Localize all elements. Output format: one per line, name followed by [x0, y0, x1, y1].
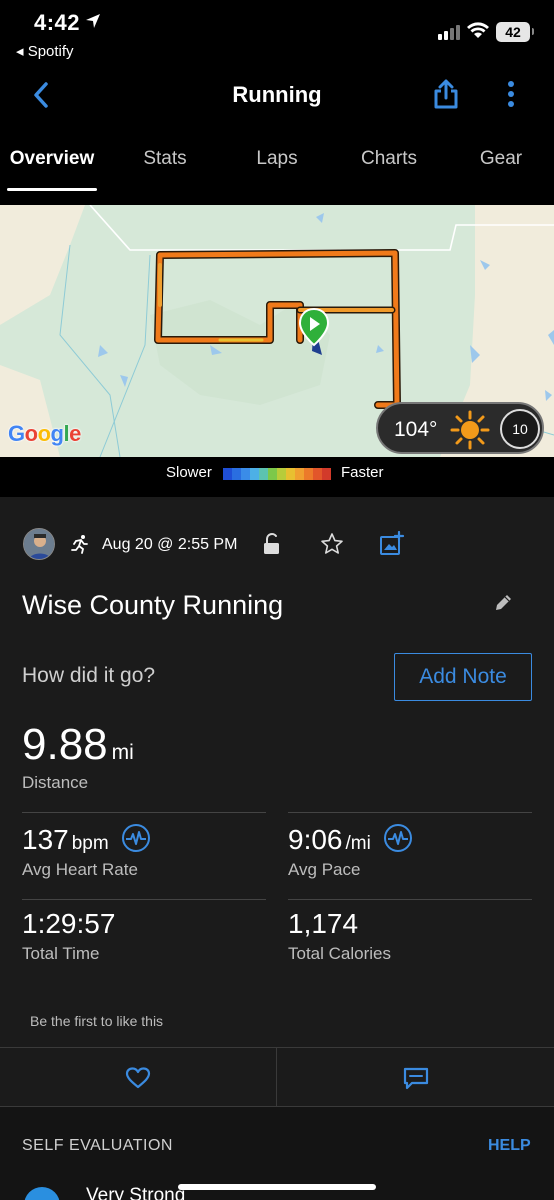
- back-to-app-link[interactable]: ◂ Spotify: [16, 42, 74, 60]
- favorite-star-icon[interactable]: [320, 532, 344, 556]
- wifi-icon: [467, 22, 489, 38]
- legend-color-swatch: [313, 468, 322, 480]
- distance-label: Distance: [22, 773, 89, 792]
- sun-icon: [450, 410, 490, 450]
- status-bar: 4:42 ◂ Spotify 42: [0, 0, 554, 66]
- legend-faster-label: Faster: [341, 464, 384, 481]
- evaluation-indicator[interactable]: [24, 1187, 60, 1200]
- legend-color-swatch: [259, 468, 268, 480]
- total-calories-value: 1,174: [288, 908, 359, 939]
- total-time-stat: 1:29:57 Total Time: [22, 908, 115, 964]
- help-link[interactable]: HELP: [488, 1137, 531, 1155]
- action-separator: [276, 1048, 277, 1108]
- legend-color-swatch: [286, 468, 295, 480]
- comment-icon[interactable]: [402, 1066, 430, 1090]
- divider: [22, 899, 266, 900]
- google-letter-4: g: [50, 421, 64, 446]
- legend-color-swatch: [241, 468, 250, 480]
- legend-color-swatch: [250, 468, 259, 480]
- battery-indicator: 42: [496, 22, 534, 42]
- legend-slower-label: Slower: [166, 464, 212, 481]
- running-activity-icon: [71, 535, 88, 554]
- activity-title: Wise County Running: [22, 590, 284, 620]
- weather-badge[interactable]: 104° 10: [376, 402, 544, 454]
- total-time-label: Total Time: [22, 944, 100, 963]
- legend-color-swatch: [223, 468, 232, 480]
- avatar[interactable]: [23, 528, 55, 560]
- distance-stat: 9.88 mi: [22, 720, 134, 770]
- add-photo-icon[interactable]: [379, 531, 405, 557]
- status-time: 4:42: [34, 10, 81, 35]
- tab-overview[interactable]: Overview: [7, 148, 97, 170]
- avg-heart-rate-stat: 137 bpm Avg Heart Rate: [22, 823, 151, 880]
- add-note-button[interactable]: Add Note: [394, 653, 532, 701]
- like-prompt: Be the first to like this: [30, 1013, 164, 1029]
- google-letter-2: o: [24, 421, 38, 446]
- tab-laps[interactable]: Laps: [232, 148, 322, 170]
- total-time-value: 1:29:57: [22, 908, 116, 939]
- divider: [288, 812, 532, 813]
- legend-color-swatch: [304, 468, 313, 480]
- activity-meta-row: Aug 20 @ 2:55 PM: [0, 528, 554, 562]
- google-letter-1: G: [8, 421, 25, 446]
- nav-bar: Running: [0, 66, 554, 126]
- tab-stats[interactable]: Stats: [120, 148, 210, 170]
- google-attribution: Google: [8, 421, 81, 447]
- home-indicator[interactable]: [178, 1184, 376, 1190]
- active-tab-indicator: [7, 188, 97, 191]
- avg-pace-stat: 9:06/mi Avg Pace: [288, 823, 413, 880]
- like-heart-icon[interactable]: [124, 1066, 152, 1090]
- edit-pencil-icon[interactable]: [492, 592, 514, 614]
- google-letter-3: o: [37, 421, 51, 446]
- legend-color-swatch: [295, 468, 304, 480]
- total-calories-label: Total Calories: [288, 944, 391, 963]
- pace-zone-icon[interactable]: [383, 823, 413, 853]
- note-prompt: How did it go?: [22, 664, 156, 687]
- evaluation-option[interactable]: Very Strong: [86, 1185, 185, 1200]
- privacy-unlock-icon[interactable]: [262, 532, 282, 556]
- distance-value: 9.88: [22, 720, 108, 769]
- more-options-icon[interactable]: [500, 78, 522, 110]
- legend-color-bar: [223, 468, 331, 480]
- social-actions-bar: [0, 1047, 554, 1108]
- tab-bar: Overview Stats Laps Charts Gear: [0, 138, 554, 194]
- distance-unit: mi: [111, 741, 134, 764]
- self-evaluation-heading: SELF EVALUATION: [22, 1137, 173, 1154]
- divider: [22, 812, 266, 813]
- total-calories-stat: 1,174 Total Calories: [288, 908, 391, 964]
- legend-color-swatch: [277, 468, 286, 480]
- tab-gear[interactable]: Gear: [456, 148, 546, 170]
- cellular-signal-icon: [438, 25, 460, 40]
- legend-color-swatch: [322, 468, 331, 480]
- location-arrow-icon: [86, 14, 100, 28]
- page-title: Running: [232, 82, 322, 107]
- wind-speed-dial: 10: [500, 409, 540, 449]
- heart-rate-value: 137: [22, 824, 69, 855]
- legend-color-swatch: [232, 468, 241, 480]
- share-icon[interactable]: [432, 78, 460, 110]
- pace-unit: /mi: [345, 833, 371, 854]
- pace-legend: Slower Faster: [0, 462, 554, 484]
- heart-rate-unit: bpm: [71, 833, 109, 854]
- heart-rate-zone-icon[interactable]: [121, 823, 151, 853]
- legend-color-swatch: [268, 468, 277, 480]
- divider: [288, 899, 532, 900]
- activity-date: Aug 20 @ 2:55 PM: [102, 536, 238, 553]
- pace-value: 9:06: [288, 824, 343, 855]
- avatar-image: [24, 529, 54, 559]
- pace-label: Avg Pace: [288, 860, 361, 879]
- google-letter-6: e: [69, 421, 81, 446]
- tab-charts[interactable]: Charts: [344, 148, 434, 170]
- heart-rate-label: Avg Heart Rate: [22, 860, 138, 879]
- temperature-value: 104°: [394, 418, 438, 441]
